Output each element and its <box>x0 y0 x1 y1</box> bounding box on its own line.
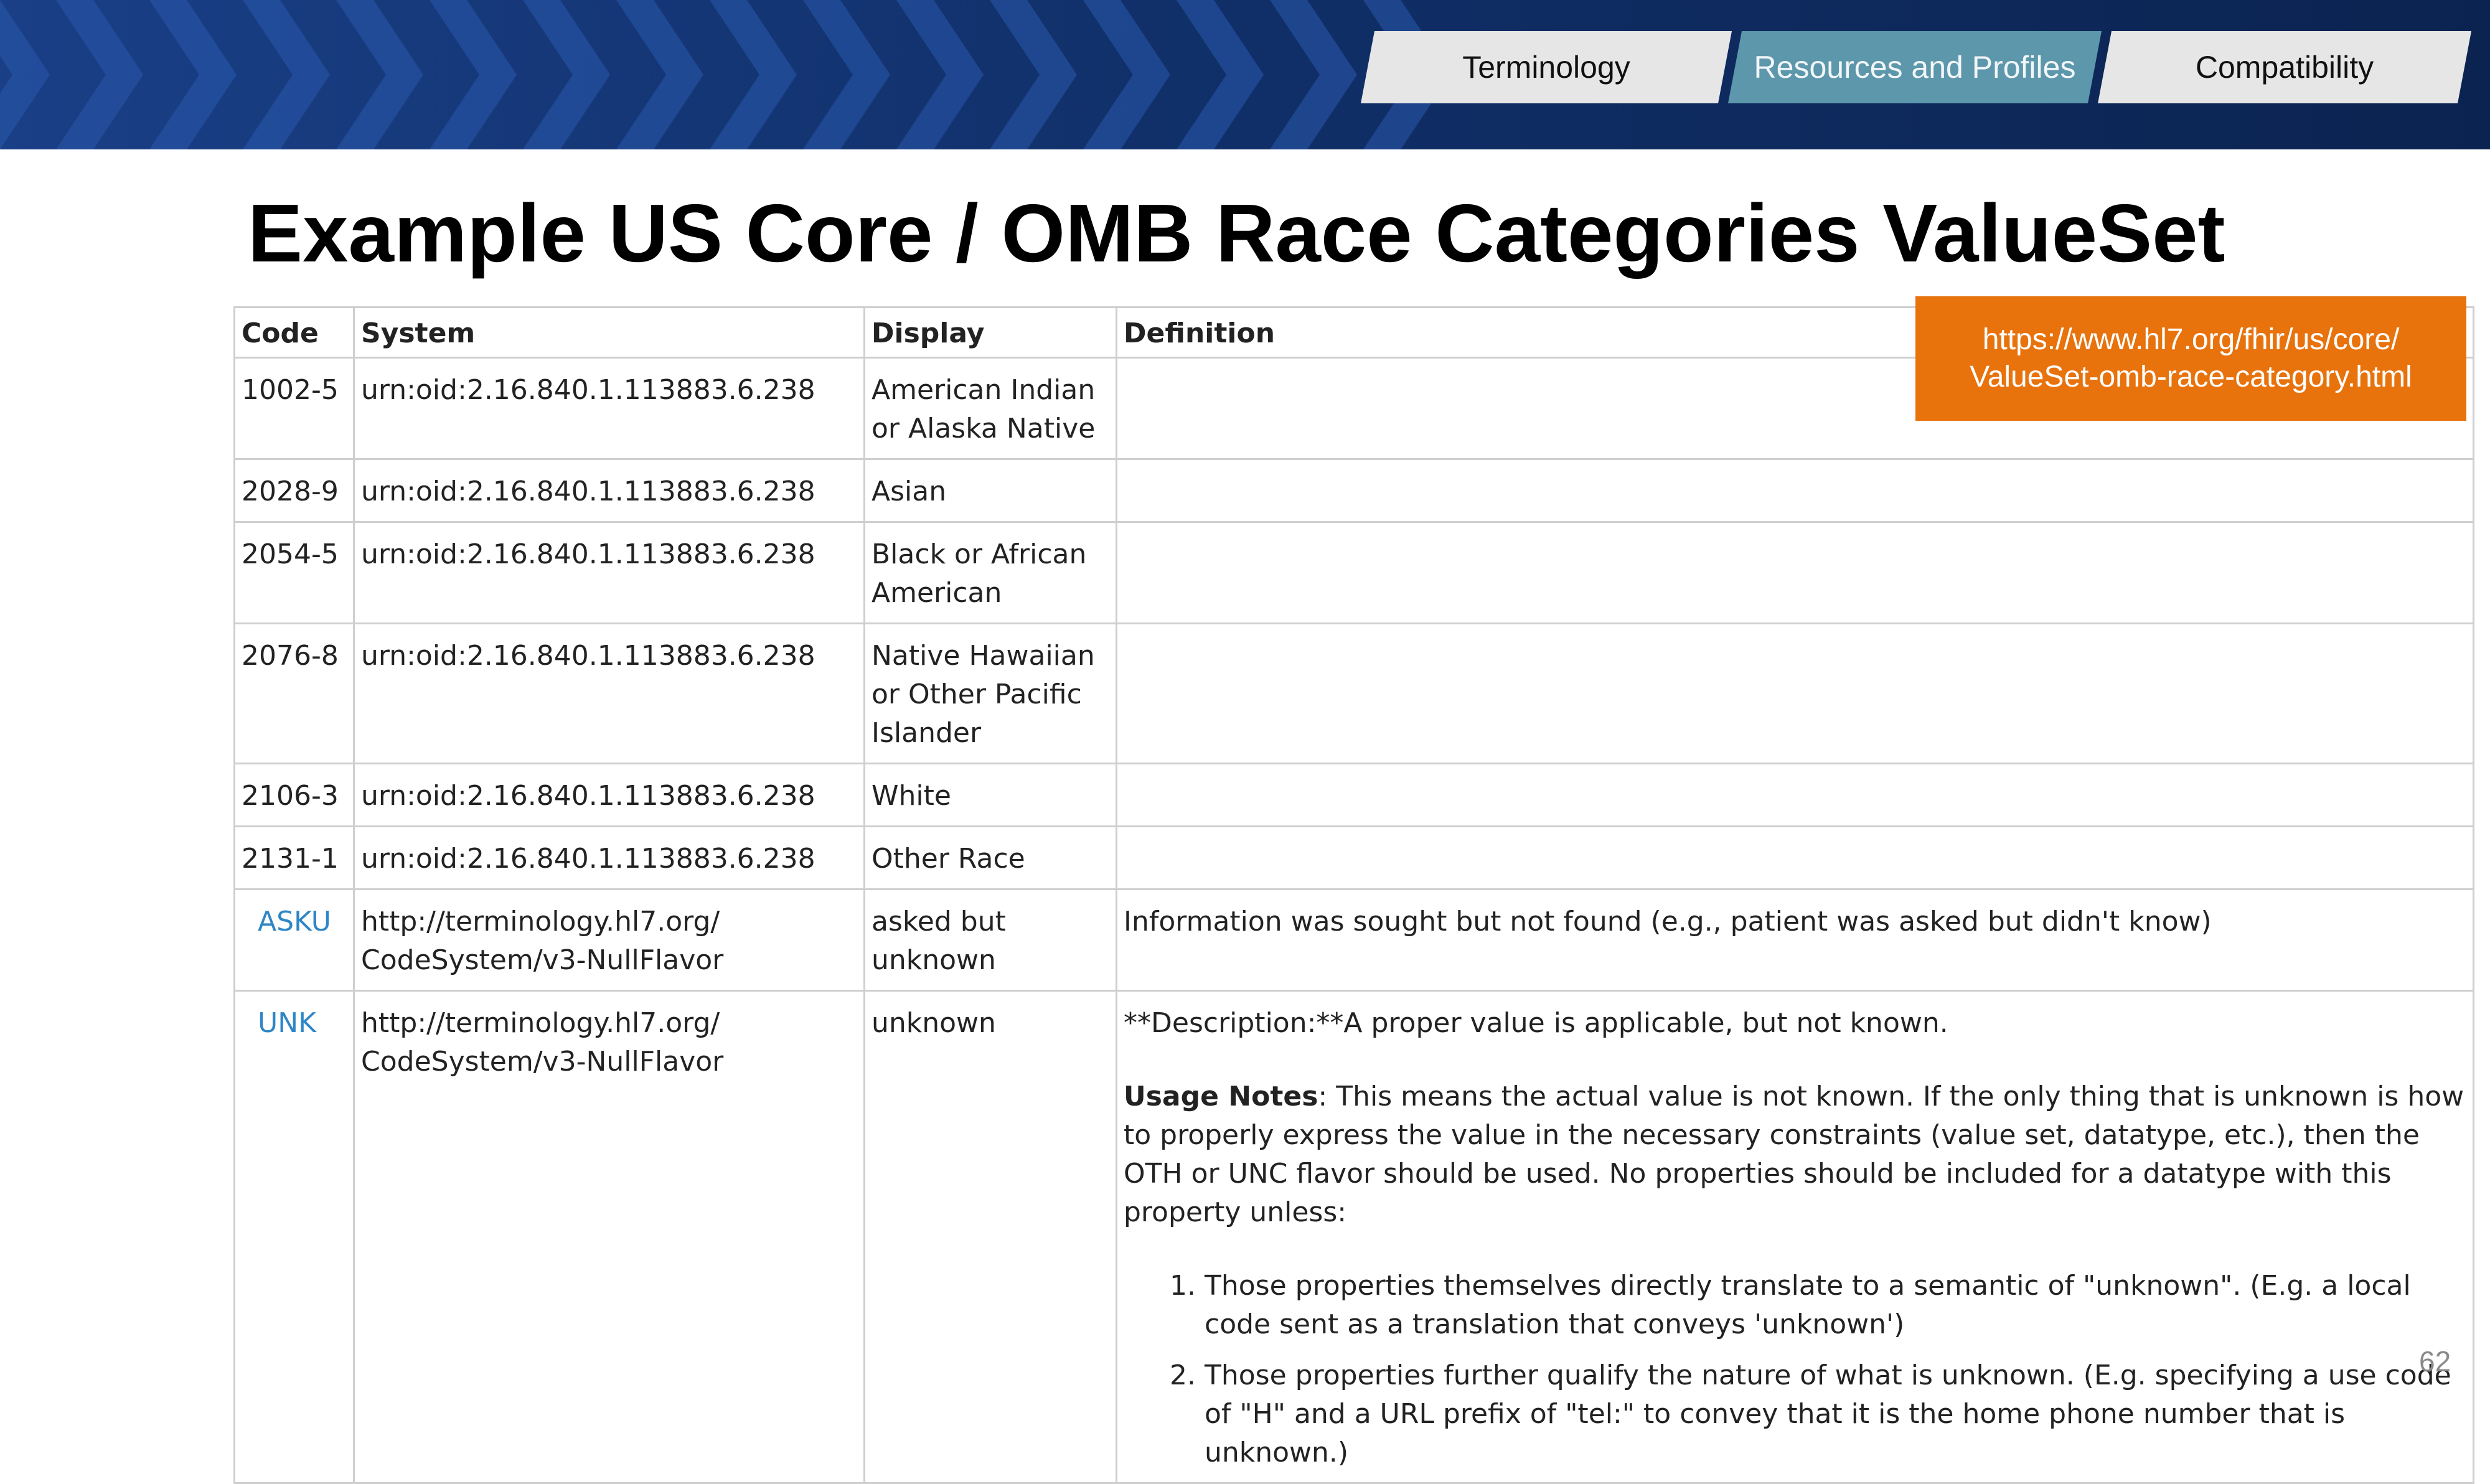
header-system: System <box>353 306 865 359</box>
cell-code: 2106-3 <box>233 763 355 827</box>
usage-notes-label: Usage Notes <box>1124 1081 1318 1112</box>
cell-system: http://terminology.hl7.org/ CodeSystem/v… <box>353 990 865 1484</box>
system-line: http://terminology.hl7.org/ <box>361 1007 720 1039</box>
cell-code: 2076-8 <box>233 622 355 764</box>
cell-system: urn:oid:2.16.840.1.113883.6.238 <box>353 521 865 624</box>
url-line-2: ValueSet-omb-race-category.html <box>1970 360 2412 393</box>
cell-definition: Information was sought but not found (e.… <box>1116 888 2474 992</box>
cell-definition <box>1116 458 2474 523</box>
cell-display: Native Hawaiian or Other Pacific Islande… <box>863 622 1117 764</box>
cell-code: 1002-5 <box>233 357 355 460</box>
cell-display: Asian <box>863 458 1117 523</box>
cell-definition <box>1116 622 2474 764</box>
slide-title: Example US Core / OMB Race Categories Va… <box>248 187 2225 279</box>
cell-display: unknown <box>863 990 1117 1484</box>
cell-system: urn:oid:2.16.840.1.113883.6.238 <box>353 763 865 827</box>
cell-code: 2131-1 <box>233 825 355 890</box>
usage-conditions-list: Those properties themselves directly tra… <box>1124 1267 2466 1472</box>
cell-system: urn:oid:2.16.840.1.113883.6.238 <box>353 622 865 764</box>
tab-compatibility-label: Compatibility <box>2195 50 2374 85</box>
cell-definition: **Description:**A proper value is applic… <box>1116 990 2474 1484</box>
list-item: Those properties further qualify the nat… <box>1205 1356 2466 1472</box>
url-line-1: https://www.hl7.org/fhir/us/core/ <box>1982 323 2400 356</box>
valueset-table: Code System Display Definition 1002-5 ur… <box>233 306 2474 1484</box>
system-line: http://terminology.hl7.org/ <box>361 906 720 937</box>
table-row: 2028-9 urn:oid:2.16.840.1.113883.6.238 A… <box>233 458 2474 523</box>
cell-system: urn:oid:2.16.840.1.113883.6.238 <box>353 458 865 523</box>
cell-system: urn:oid:2.16.840.1.113883.6.238 <box>353 357 865 460</box>
header-code: Code <box>233 306 355 359</box>
usage-notes: Usage Notes: This means the actual value… <box>1124 1078 2466 1232</box>
cell-code: 2028-9 <box>233 458 355 523</box>
table-row: 2131-1 urn:oid:2.16.840.1.113883.6.238 O… <box>233 825 2474 890</box>
tab-terminology[interactable]: Terminology <box>1361 31 1732 103</box>
cell-definition <box>1116 825 2474 890</box>
table-row: 2106-3 urn:oid:2.16.840.1.113883.6.238 W… <box>233 763 2474 827</box>
table-row: ASKU http://terminology.hl7.org/ CodeSys… <box>233 888 2474 992</box>
tab-compatibility[interactable]: Compatibility <box>2098 31 2471 103</box>
system-line: CodeSystem/v3-NullFlavor <box>361 944 724 976</box>
tab-resources-and-profiles[interactable]: Resources and Profiles <box>1728 31 2102 103</box>
table-row: 2076-8 urn:oid:2.16.840.1.113883.6.238 N… <box>233 622 2474 764</box>
tab-resources-label: Resources and Profiles <box>1754 50 2076 85</box>
code-link-asku[interactable]: ASKU <box>258 906 331 937</box>
cell-definition <box>1116 521 2474 624</box>
cell-display: Black or African American <box>863 521 1117 624</box>
table-row: UNK http://terminology.hl7.org/ CodeSyst… <box>233 990 2474 1484</box>
table-row: 2054-5 urn:oid:2.16.840.1.113883.6.238 B… <box>233 521 2474 624</box>
cell-system: http://terminology.hl7.org/ CodeSystem/v… <box>353 888 865 992</box>
cell-display: White <box>863 763 1117 827</box>
usage-notes-text: : This means the actual value is not kno… <box>1124 1081 2464 1228</box>
cell-display: Other Race <box>863 825 1117 890</box>
header-display: Display <box>863 306 1117 359</box>
cell-display: asked but unknown <box>863 888 1117 992</box>
code-link-unk[interactable]: UNK <box>258 1007 316 1039</box>
cell-code: 2054-5 <box>233 521 355 624</box>
system-line: CodeSystem/v3-NullFlavor <box>361 1046 724 1078</box>
cell-code: ASKU <box>233 888 355 992</box>
header-banner: Terminology Resources and Profiles Compa… <box>0 0 2490 149</box>
cell-code: UNK <box>233 990 355 1484</box>
cell-display: American Indian or Alaska Native <box>863 357 1117 460</box>
definition-description: **Description:**A proper value is applic… <box>1124 1007 1948 1039</box>
cell-definition <box>1116 763 2474 827</box>
list-item: Those properties themselves directly tra… <box>1205 1267 2466 1344</box>
url-callout[interactable]: https://www.hl7.org/fhir/us/core/ ValueS… <box>1915 296 2466 421</box>
cell-system: urn:oid:2.16.840.1.113883.6.238 <box>353 825 865 890</box>
tab-terminology-label: Terminology <box>1462 50 1630 85</box>
page-number: 62 <box>2419 1345 2451 1378</box>
